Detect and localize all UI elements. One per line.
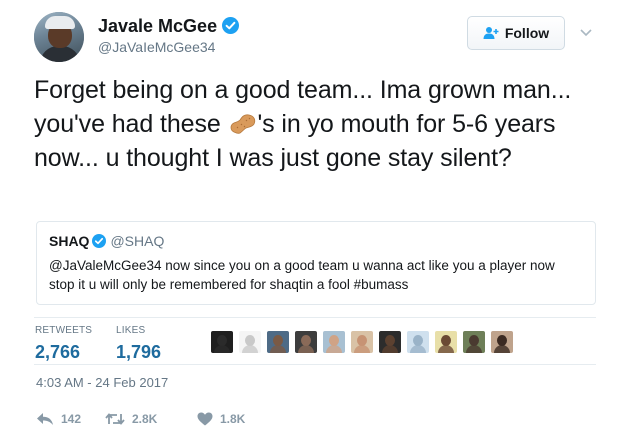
liker-avatar-face [497,335,507,346]
liker-avatar-face [469,335,479,346]
user-avatar[interactable] [34,12,84,62]
liker-avatar[interactable] [239,331,261,353]
tweet-timestamp[interactable]: 4:03 AM - 24 Feb 2017 [36,375,168,390]
liker-avatar[interactable] [463,331,485,353]
follow-button[interactable]: Follow [467,16,565,50]
peanut-emoji-icon [228,111,258,135]
liker-avatar-face [329,335,339,346]
liker-avatar-body [354,345,370,353]
liker-avatar-face [273,335,283,346]
reply-button[interactable]: 142 [36,412,81,426]
liker-avatar[interactable] [295,331,317,353]
liker-avatar-body [382,345,398,353]
add-user-icon [483,26,499,40]
heart-icon [197,412,213,426]
liker-avatar[interactable] [407,331,429,353]
liker-avatar-body [438,345,454,353]
likes-stat[interactable]: LIKES 1,796 [116,325,161,363]
quoted-verified-badge-icon [92,234,107,248]
like-button[interactable]: 1.8K [197,412,245,426]
divider-top [34,317,596,318]
liker-avatar-body [410,345,426,353]
author-name[interactable]: Javale McGee [98,16,217,36]
quoted-tweet-text: @JaValeMcGee34 now since you on a good t… [49,258,555,292]
tweet-text: Forget being on a good team... Ima grown… [34,73,609,175]
quoted-tweet-card[interactable]: SHAQ @SHAQ @JaValeMcGee34 now since you o… [36,221,596,305]
liker-avatar-body [466,345,482,353]
retweet-button[interactable]: 2.8K [105,412,157,426]
author-name-row[interactable]: Javale McGee [98,15,240,37]
retweet-count: 2.8K [132,412,158,426]
liker-avatar-face [301,335,311,346]
liker-avatar[interactable] [379,331,401,353]
liker-avatar-body [326,345,342,353]
liker-avatar[interactable] [323,331,345,353]
author-handle[interactable]: @JaVaIeMcGee34 [98,38,215,56]
liker-avatar-body [242,345,258,353]
follow-button-label: Follow [504,25,550,41]
liker-avatar[interactable] [351,331,373,353]
liker-avatar-body [494,345,510,353]
quoted-author-name: SHAQ [49,233,90,249]
retweet-icon [105,413,125,425]
liker-avatar-face [357,335,367,346]
verified-badge-icon [222,17,240,34]
liker-avatar[interactable] [491,331,513,353]
liker-avatar-face [441,335,451,346]
reply-count: 142 [61,412,82,426]
retweets-value: 2,766 [35,342,81,362]
like-count: 1.8K [220,412,246,426]
reply-icon [37,413,53,425]
divider-bottom [34,364,596,365]
liker-avatar-body [298,345,314,353]
likes-value: 1,796 [116,342,162,362]
retweets-label: RETWEETS [35,325,93,336]
quoted-author-handle: @SHAQ [110,233,165,249]
liker-avatar[interactable] [267,331,289,353]
liker-avatar-face [217,335,227,346]
chevron-down-icon[interactable] [578,24,594,40]
quoted-author-row: SHAQ @SHAQ [49,233,164,249]
likes-label: LIKES [116,325,146,336]
retweets-stat[interactable]: RETWEETS 2,766 [35,325,92,363]
liker-avatar-face [245,335,255,346]
liker-avatars [211,331,519,355]
avatar-cap [45,16,75,29]
liker-avatar-face [385,335,395,346]
liker-avatar[interactable] [435,331,457,353]
liker-avatar-body [270,345,286,353]
liker-avatar[interactable] [211,331,233,353]
liker-avatar-body [214,345,230,353]
liker-avatar-face [413,335,423,346]
